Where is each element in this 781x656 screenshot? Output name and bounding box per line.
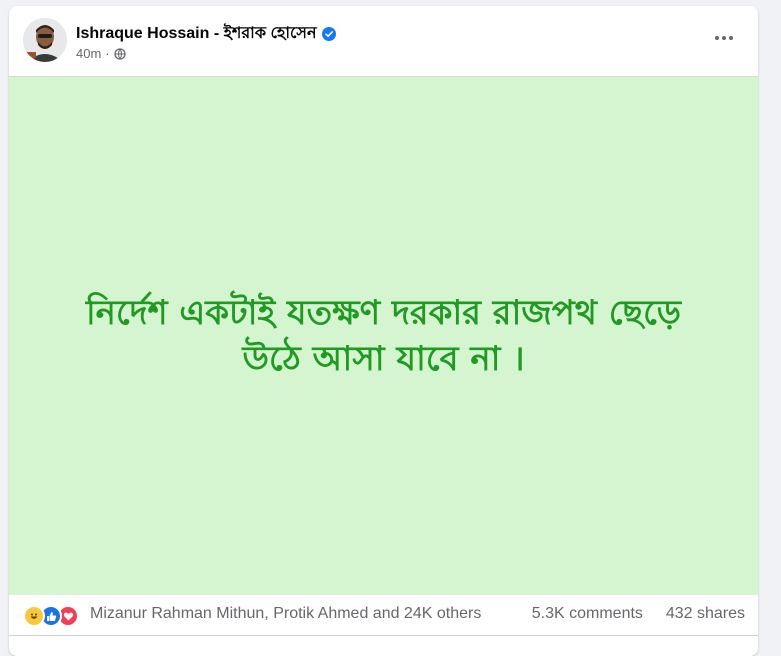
post-header: Ishraque Hossain - ইশরাক হোসেন 40m · bbox=[9, 6, 758, 76]
globe-icon[interactable] bbox=[113, 47, 126, 60]
post-text: নির্দেশ একটাই যতক্ষণ দরকার রাজপথ ছেড়ে উ… bbox=[85, 293, 682, 379]
post-timestamp[interactable]: 40m bbox=[76, 46, 101, 61]
avatar-image bbox=[23, 18, 67, 62]
author-name-text[interactable]: Ishraque Hossain - ইশরাক হোসেন bbox=[76, 20, 317, 47]
engagement-counts: 5.3K comments 432 shares bbox=[532, 605, 745, 623]
comments-count[interactable]: 5.3K comments bbox=[532, 605, 643, 622]
more-options-button[interactable] bbox=[706, 26, 742, 50]
haha-reaction-icon bbox=[23, 605, 45, 627]
post-meta: 40m · bbox=[76, 46, 126, 61]
reactors-summary[interactable]: Mizanur Rahman Mithun, Protik Ahmed and … bbox=[90, 605, 481, 623]
author-avatar[interactable] bbox=[23, 18, 67, 62]
more-options-icon-dot bbox=[729, 36, 733, 40]
more-options-icon-dot bbox=[722, 36, 726, 40]
author-name[interactable]: Ishraque Hossain - ইশরাক হোসেন bbox=[76, 20, 336, 47]
post-text-background: নির্দেশ একটাই যতক্ষণ দরকার রাজপথ ছেড়ে উ… bbox=[9, 76, 758, 595]
post-card: Ishraque Hossain - ইশরাক হোসেন 40m · নির… bbox=[9, 6, 758, 656]
post-footer: Mizanur Rahman Mithun, Protik Ahmed and … bbox=[9, 595, 758, 636]
meta-separator: · bbox=[105, 46, 110, 61]
reaction-icons[interactable] bbox=[23, 605, 79, 627]
more-options-icon-dot bbox=[715, 36, 719, 40]
verified-badge-icon bbox=[321, 26, 336, 41]
shares-count[interactable]: 432 shares bbox=[666, 605, 745, 622]
